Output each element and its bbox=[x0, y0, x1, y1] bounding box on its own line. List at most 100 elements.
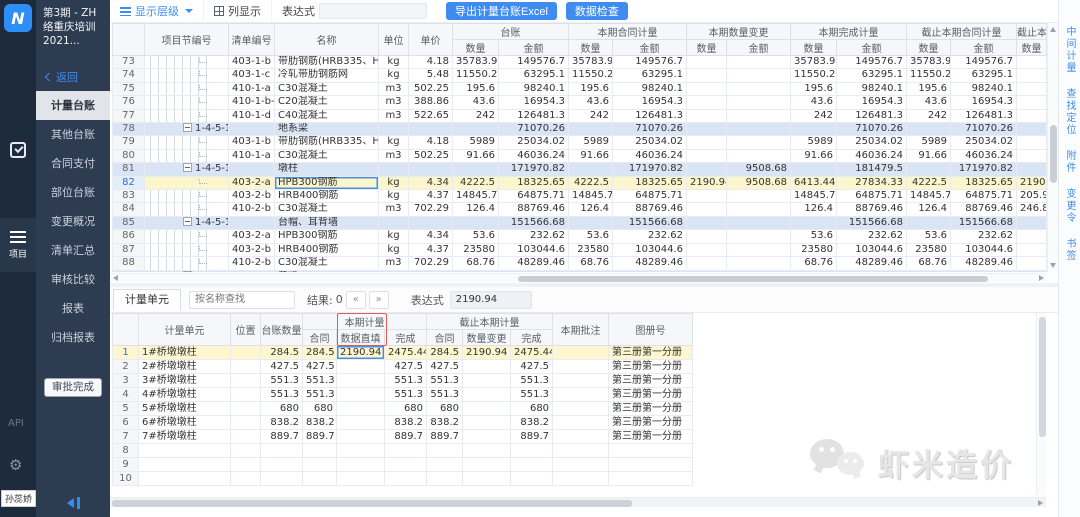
item-name-cell[interactable]: HPB300钢筋 bbox=[275, 176, 379, 189]
unit-price-cell[interactable]: 502.25 bbox=[409, 149, 453, 162]
row-number[interactable]: 87 bbox=[113, 243, 145, 256]
unit-name-cell[interactable] bbox=[139, 472, 231, 486]
unit-price-cell[interactable]: 388.86 bbox=[409, 96, 453, 109]
value-cell[interactable]: 25034.02 bbox=[613, 136, 687, 149]
row-number[interactable]: 4 bbox=[113, 388, 139, 402]
value-cell[interactable] bbox=[727, 230, 791, 243]
list-code-cell[interactable]: 403-2-b bbox=[229, 243, 275, 256]
value-cell[interactable] bbox=[907, 163, 951, 176]
value-cell[interactable]: 68.76 bbox=[791, 257, 837, 270]
sub-header-qty-change[interactable]: 数量变更 bbox=[463, 330, 511, 346]
position-cell[interactable] bbox=[231, 416, 261, 430]
tree-cell[interactable] bbox=[145, 176, 229, 189]
right-panel-item-书签[interactable]: 书签 bbox=[1062, 238, 1077, 262]
value-cell[interactable] bbox=[463, 402, 511, 416]
row-number[interactable]: 85 bbox=[113, 216, 145, 229]
value-cell[interactable] bbox=[687, 270, 727, 272]
item-name-cell[interactable]: 地系梁 bbox=[275, 123, 379, 136]
collapse-sidebar-icon[interactable] bbox=[67, 497, 81, 509]
tree-cell[interactable] bbox=[145, 82, 229, 95]
value-cell[interactable]: 427.5 bbox=[261, 360, 303, 374]
value-cell[interactable] bbox=[569, 216, 613, 229]
value-cell[interactable]: 181479.5 bbox=[837, 163, 907, 176]
value-cell[interactable] bbox=[453, 163, 499, 176]
value-cell[interactable]: 889.7 bbox=[303, 430, 337, 444]
sub-header-qty[interactable]: 数量 bbox=[453, 40, 499, 56]
value-cell[interactable] bbox=[337, 360, 385, 374]
atlas-cell[interactable]: 第三册第一分册 bbox=[609, 388, 693, 402]
row-number[interactable]: 6 bbox=[113, 416, 139, 430]
sidebar-item-合同支付[interactable]: 合同支付 bbox=[36, 149, 110, 178]
col-header-name[interactable]: 名称 bbox=[275, 24, 379, 56]
value-cell[interactable]: 5989 bbox=[791, 136, 837, 149]
next-result-button[interactable]: » bbox=[369, 291, 389, 309]
value-cell[interactable] bbox=[687, 123, 727, 136]
value-cell[interactable] bbox=[337, 388, 385, 402]
value-cell[interactable]: 98240.1 bbox=[837, 82, 907, 95]
tree-cell[interactable] bbox=[145, 203, 229, 216]
item-name-cell[interactable]: 台帽、耳背墙 bbox=[275, 216, 379, 229]
note-cell[interactable] bbox=[553, 360, 609, 374]
ledger-group-row[interactable]: 851-4-5-1-台帽、耳背墙151566.68151566.68151566… bbox=[113, 216, 1047, 229]
ledger-row[interactable]: 82403-2-aHPB300钢筋kg4.344222.518325.65422… bbox=[113, 176, 1047, 189]
value-cell[interactable]: 838.2 bbox=[511, 416, 553, 430]
value-cell[interactable]: 151566.68 bbox=[951, 216, 1017, 229]
row-number[interactable]: 2 bbox=[113, 360, 139, 374]
list-code-cell[interactable] bbox=[229, 163, 275, 176]
row-number[interactable]: 86 bbox=[113, 230, 145, 243]
right-panel-item-变更令[interactable]: 变更令 bbox=[1062, 188, 1077, 224]
unit-cell[interactable]: kg bbox=[379, 190, 409, 203]
value-cell[interactable]: 126.4 bbox=[569, 203, 613, 216]
item-name-cell[interactable]: HRB400钢筋 bbox=[275, 190, 379, 203]
value-cell[interactable]: 284.5 bbox=[303, 346, 337, 360]
tree-cell[interactable] bbox=[145, 109, 229, 122]
unit-price-cell[interactable] bbox=[409, 163, 453, 176]
list-code-cell[interactable]: 410-1-b-1 bbox=[229, 96, 275, 109]
value-cell[interactable] bbox=[837, 270, 907, 272]
value-cell[interactable] bbox=[687, 216, 727, 229]
unit-search-input[interactable] bbox=[189, 291, 295, 309]
ledger-vertical-scrollbar[interactable] bbox=[1047, 23, 1058, 272]
value-cell[interactable] bbox=[727, 149, 791, 162]
right-panel-item-附件[interactable]: 附件 bbox=[1062, 150, 1077, 174]
ledger-row[interactable]: 77410-1-dC40混凝土m3522.65242126481.3242126… bbox=[113, 109, 1047, 122]
item-name-cell[interactable]: C20混凝土 bbox=[275, 96, 379, 109]
scrollbar-thumb[interactable] bbox=[518, 276, 988, 282]
value-cell[interactable]: 11550.2 bbox=[569, 69, 613, 82]
value-cell[interactable]: 551.3 bbox=[303, 388, 337, 402]
value-cell[interactable] bbox=[727, 257, 791, 270]
value-cell[interactable]: 427.5 bbox=[511, 360, 553, 374]
unit-row[interactable]: 9 bbox=[113, 458, 693, 472]
value-cell[interactable] bbox=[1017, 69, 1047, 82]
value-cell[interactable] bbox=[687, 190, 727, 203]
unit-row[interactable]: 10 bbox=[113, 472, 693, 486]
unit-cell[interactable] bbox=[379, 270, 409, 272]
value-cell[interactable]: 98240.1 bbox=[499, 82, 569, 95]
value-cell[interactable] bbox=[727, 136, 791, 149]
scroll-down-icon[interactable] bbox=[1050, 263, 1056, 268]
value-cell[interactable]: 126481.3 bbox=[837, 109, 907, 122]
list-code-cell[interactable] bbox=[229, 270, 275, 272]
value-cell[interactable] bbox=[337, 416, 385, 430]
sub-header-contract[interactable]: 合同 bbox=[303, 330, 337, 346]
value-cell[interactable] bbox=[727, 82, 791, 95]
ledger-row[interactable]: 79403-1-b带肋钢筋(HRB335、HRB400)kg4.18598925… bbox=[113, 136, 1047, 149]
unit-price-cell[interactable] bbox=[409, 216, 453, 229]
value-cell[interactable] bbox=[337, 458, 385, 472]
note-cell[interactable] bbox=[553, 374, 609, 388]
note-cell[interactable] bbox=[553, 472, 609, 486]
right-panel-item-中间计量[interactable]: 中间计量 bbox=[1062, 26, 1077, 74]
note-cell[interactable] bbox=[553, 416, 609, 430]
tab-measure-unit[interactable]: 计量单元 bbox=[113, 289, 181, 311]
ledger-row[interactable]: 83403-2-bHRB400钢筋kg4.3714845.764875.7114… bbox=[113, 190, 1047, 203]
value-cell[interactable] bbox=[337, 472, 385, 486]
row-number[interactable]: 89 bbox=[113, 270, 145, 272]
item-name-cell[interactable]: 带肋钢筋(HRB335、HRB400) bbox=[275, 56, 379, 69]
value-cell[interactable]: 680 bbox=[385, 402, 427, 416]
value-cell[interactable]: 35783.9 bbox=[453, 56, 499, 69]
value-cell[interactable]: 551.3 bbox=[427, 374, 463, 388]
collapse-minus-icon[interactable] bbox=[183, 163, 192, 172]
atlas-cell[interactable] bbox=[609, 444, 693, 458]
value-cell[interactable]: 53.6 bbox=[569, 230, 613, 243]
tree-cell[interactable] bbox=[145, 96, 229, 109]
